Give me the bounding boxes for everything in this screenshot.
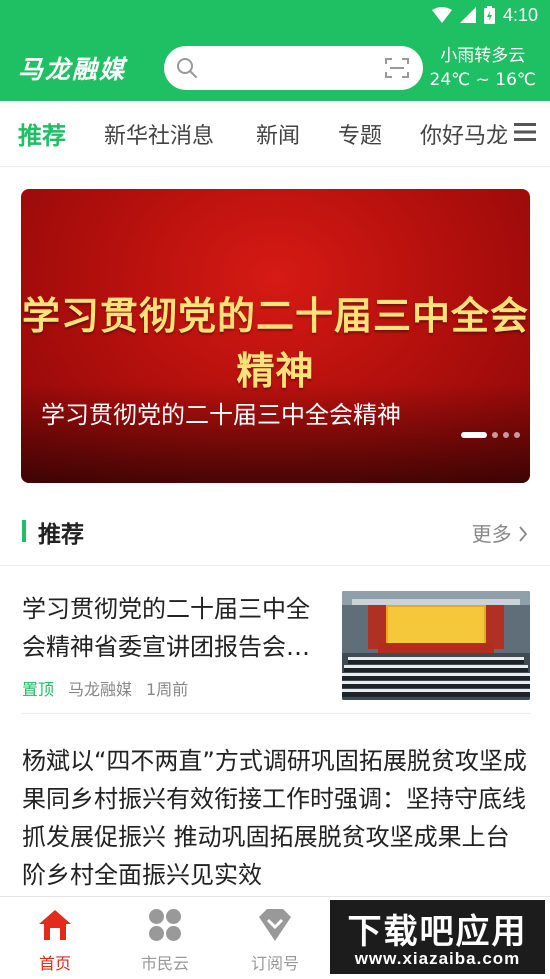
section-accent-bar [22,520,26,542]
nav-home[interactable]: 首页 [5,897,105,979]
watermark-logo: 下载吧应用 www.xiazaiba.com [328,898,547,976]
search-icon [177,58,197,78]
banner-carousel[interactable]: 学习贯彻党的二十届三中全会精神 学习贯彻党的二十届三中全会精神 [21,189,530,483]
tab-recommend[interactable]: 推荐 [18,116,66,151]
app-header: 4:10 马龙融媒 小雨转多云 24℃ ~ 16℃ [0,0,550,101]
watermark-title: 下载吧应用 [347,912,528,952]
weather-temperature: 24℃ ~ 16℃ [429,70,537,90]
section-header: 推荐 更多 [0,500,550,566]
signal-icon [459,7,476,23]
banner-caption: 学习贯彻党的二十届三中全会精神 [41,401,401,429]
status-bar: 4:10 [431,3,538,27]
home-icon [39,910,71,940]
weather-widget[interactable]: 小雨转多云 24℃ ~ 16℃ [430,44,537,92]
clover-icon [149,909,181,941]
carousel-indicator [461,432,520,438]
carousel-dot [492,432,498,438]
menu-icon [514,123,536,141]
section-title: 推荐 [38,522,84,548]
more-label: 更多 [471,522,512,546]
watermark-url: www.xiazaiba.com [354,949,521,968]
news-thumbnail [342,591,530,700]
auditorium-image [342,591,530,700]
carousel-dot [461,432,487,438]
banner-headline: 学习贯彻党的二十届三中全会精神 [21,293,529,393]
tab-topics[interactable]: 专题 [338,118,382,150]
weather-condition: 小雨转多云 [440,46,526,66]
news-source: 马龙融媒 [68,680,133,699]
pinned-badge: 置顶 [22,680,55,699]
category-tabs: 推荐 新华社消息 新闻 专题 你好马龙 [0,101,550,167]
subscribe-icon [259,909,291,941]
search-bar[interactable] [164,46,423,90]
nav-subscribe-label: 订阅号 [250,954,299,973]
tab-xinhua[interactable]: 新华社消息 [104,118,214,150]
news-title: 学习贯彻党的二十届三中全会精神省委宣讲团报告会… [22,595,310,661]
news-item[interactable]: 学习贯彻党的二十届三中全会精神省委宣讲团报告会… 置顶 马龙融媒 1周前 [22,590,530,714]
nav-home-label: 首页 [38,954,71,973]
tabs-menu-button[interactable] [508,123,536,145]
tab-news[interactable]: 新闻 [256,118,300,150]
wifi-icon [431,7,452,23]
news-title: 杨斌以“四不两直”方式调研巩固拓展脱贫攻坚成果同乡村振兴有效衔接工作时强调：坚持… [22,747,527,889]
carousel-dot [503,432,509,438]
carousel-dot [514,432,520,438]
scan-icon[interactable] [385,57,409,79]
nav-subscribe[interactable]: 订阅号 [225,897,325,979]
app-logo[interactable]: 马龙融媒 [18,50,126,86]
battery-icon [483,6,495,24]
news-item[interactable]: 杨斌以“四不两直”方式调研巩固拓展脱贫攻坚成果同乡村振兴有效衔接工作时强调：坚持… [22,742,530,894]
tab-hello-malong[interactable]: 你好马龙 [420,118,508,150]
chevron-right-icon [519,526,528,542]
nav-citizen-cloud[interactable]: 市民云 [115,897,215,979]
more-link[interactable]: 更多 [472,518,528,547]
news-meta: 置顶 马龙融媒 1周前 [22,676,188,700]
status-time: 4:10 [502,4,538,25]
news-time: 1周前 [146,680,189,699]
nav-citizen-cloud-label: 市民云 [140,954,189,973]
